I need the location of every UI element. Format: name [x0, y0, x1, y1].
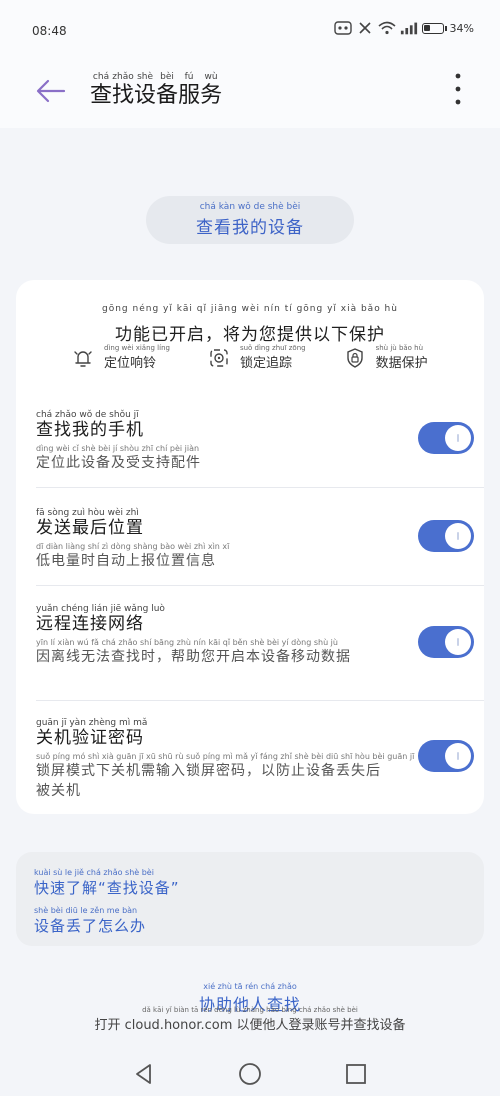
home-circle-icon[interactable] — [238, 1062, 262, 1086]
view-my-device-label: 查看我的设备 — [196, 218, 304, 238]
battery-level: 34% — [449, 21, 474, 35]
setting-shutdown-password[interactable]: guān jī yàn zhèng mì mǎ 关机验证密码 suǒ píng … — [36, 718, 474, 801]
target-icon — [210, 348, 228, 367]
view-my-device-pinyin: chá kàn wǒ de shè bèi — [199, 202, 301, 212]
divider — [36, 487, 484, 488]
setting-send-last-location[interactable]: fā sòng zuì hòu wèi zhì 发送最后位置 dī diàn l… — [36, 508, 474, 571]
title-pinyin: zhǎo — [112, 72, 134, 82]
signal-icon — [400, 19, 418, 37]
title-pinyin: bèi — [160, 72, 174, 82]
feature-locate-ring: dìng wèi xiǎng líng 定位响铃 — [72, 344, 170, 371]
app-bar: chá 查 zhǎo 找 shè 设 bèi 备 fú 服 wù 务 — [0, 62, 500, 128]
setting-title: 发送最后位置 — [36, 518, 144, 538]
divider — [36, 585, 484, 586]
shield-lock-icon — [346, 347, 363, 368]
title-pinyin: wù — [204, 72, 218, 82]
wifi-icon — [378, 19, 396, 37]
title-hanzi: 找 — [112, 83, 135, 108]
notice-pinyin: gōng néng yǐ kāi qǐ jiāng wèi nín tí gōn… — [102, 304, 398, 314]
title-pinyin: chá — [92, 72, 110, 82]
toggle-knob — [445, 523, 471, 549]
back-arrow-icon[interactable] — [34, 74, 68, 108]
setting-find-my-phone[interactable]: chá zhǎo wǒ de shǒu jī 查找我的手机 dìng wèi c… — [36, 410, 474, 473]
title-hanzi: 备 — [156, 83, 179, 108]
muted-icon — [356, 19, 374, 37]
help-link-label: 快速了解“查找设备” — [34, 879, 180, 897]
title-character: bèi 备 — [156, 72, 178, 109]
send-last-location-toggle[interactable] — [418, 520, 474, 552]
assist-description: dǎ kāi yǐ biàn tā rén dēng lù zhàng hào … — [0, 1006, 500, 1033]
notification-icon — [333, 19, 352, 37]
title-hanzi: 设 — [134, 83, 157, 108]
status-bar: 08:48 34% — [0, 0, 500, 62]
help-link-label: 设备丢了怎么办 — [34, 917, 147, 935]
recents-square-icon[interactable] — [344, 1062, 368, 1086]
setting-title: 关机验证密码 — [36, 728, 144, 748]
setting-description: 因离线无法查找时，帮助您开启本设备移动数据 — [36, 649, 351, 665]
shutdown-password-toggle[interactable] — [418, 740, 474, 772]
feature-data-protection: shù jù bǎo hù 数据保护 — [344, 344, 428, 371]
title-character: fú 服 — [178, 72, 200, 109]
feature-label: 定位响铃 — [104, 356, 157, 371]
title-character: shè 设 — [134, 72, 156, 109]
bell-icon — [74, 350, 92, 367]
lost-device-link[interactable]: shè bèi diū le zěn me bàn 设备丢了怎么办 — [34, 906, 146, 936]
view-my-device-button[interactable]: chá kàn wǒ de shè bèi 查看我的设备 — [146, 196, 354, 244]
divider — [36, 700, 484, 701]
setting-description: 锁屏模式下关机需输入锁屏密码，以防止设备丢失后被关机 — [36, 763, 381, 799]
title-hanzi: 查 — [90, 83, 113, 108]
setting-description: 定位此设备及受支持配件 — [36, 455, 201, 471]
setting-title: 查找我的手机 — [36, 420, 144, 440]
setting-remote-network[interactable]: yuǎn chéng lián jiē wǎng luò 远程连接网络 yīn … — [36, 604, 474, 667]
battery-indicator: 34% — [421, 21, 474, 35]
protection-card: gōng néng yǐ kāi qǐ jiāng wèi nín tí gōn… — [16, 280, 484, 814]
title-pinyin: fú — [184, 72, 194, 82]
setting-title: 远程连接网络 — [36, 614, 144, 634]
back-triangle-icon[interactable] — [132, 1062, 156, 1086]
more-options-icon[interactable] — [454, 72, 462, 106]
title-character: zhǎo 找 — [112, 72, 134, 109]
find-my-phone-toggle[interactable] — [418, 422, 474, 454]
title-hanzi: 务 — [200, 83, 223, 108]
title-character: wù 务 — [200, 72, 222, 109]
toggle-knob — [445, 629, 471, 655]
status-icons: 34% — [333, 19, 474, 37]
setting-description: 低电量时自动上报位置信息 — [36, 553, 216, 569]
help-card: kuài sù le jiě chá zhǎo shè bèi 快速了解“查找设… — [16, 852, 484, 946]
page-title: chá 查 zhǎo 找 shè 设 bèi 备 fú 服 wù 务 — [90, 72, 222, 109]
feature-lock-track: suǒ dìng zhuī zōng 锁定追踪 — [208, 344, 306, 371]
title-hanzi: 服 — [178, 83, 201, 108]
title-pinyin: shè — [137, 72, 153, 82]
feature-list: dìng wèi xiǎng líng 定位响铃 suǒ dìng zhuī z… — [72, 344, 428, 371]
toggle-knob — [445, 425, 471, 451]
protection-notice: 功能已开启，将为您提供以下保护 — [115, 325, 385, 345]
clock: 08:48 — [32, 24, 67, 38]
system-nav-bar — [0, 1050, 500, 1096]
battery-icon — [421, 22, 444, 34]
feature-label: 数据保护 — [375, 356, 428, 371]
title-character: chá 查 — [90, 72, 112, 109]
feature-label: 锁定追踪 — [239, 356, 292, 371]
remote-network-toggle[interactable] — [418, 626, 474, 658]
learn-find-device-link[interactable]: kuài sù le jiě chá zhǎo shè bèi 快速了解“查找设… — [34, 868, 180, 898]
assist-description-text: 打开 cloud.honor.com 以便他人登录账号并查找设备 — [94, 1018, 406, 1033]
toggle-knob — [445, 743, 471, 769]
